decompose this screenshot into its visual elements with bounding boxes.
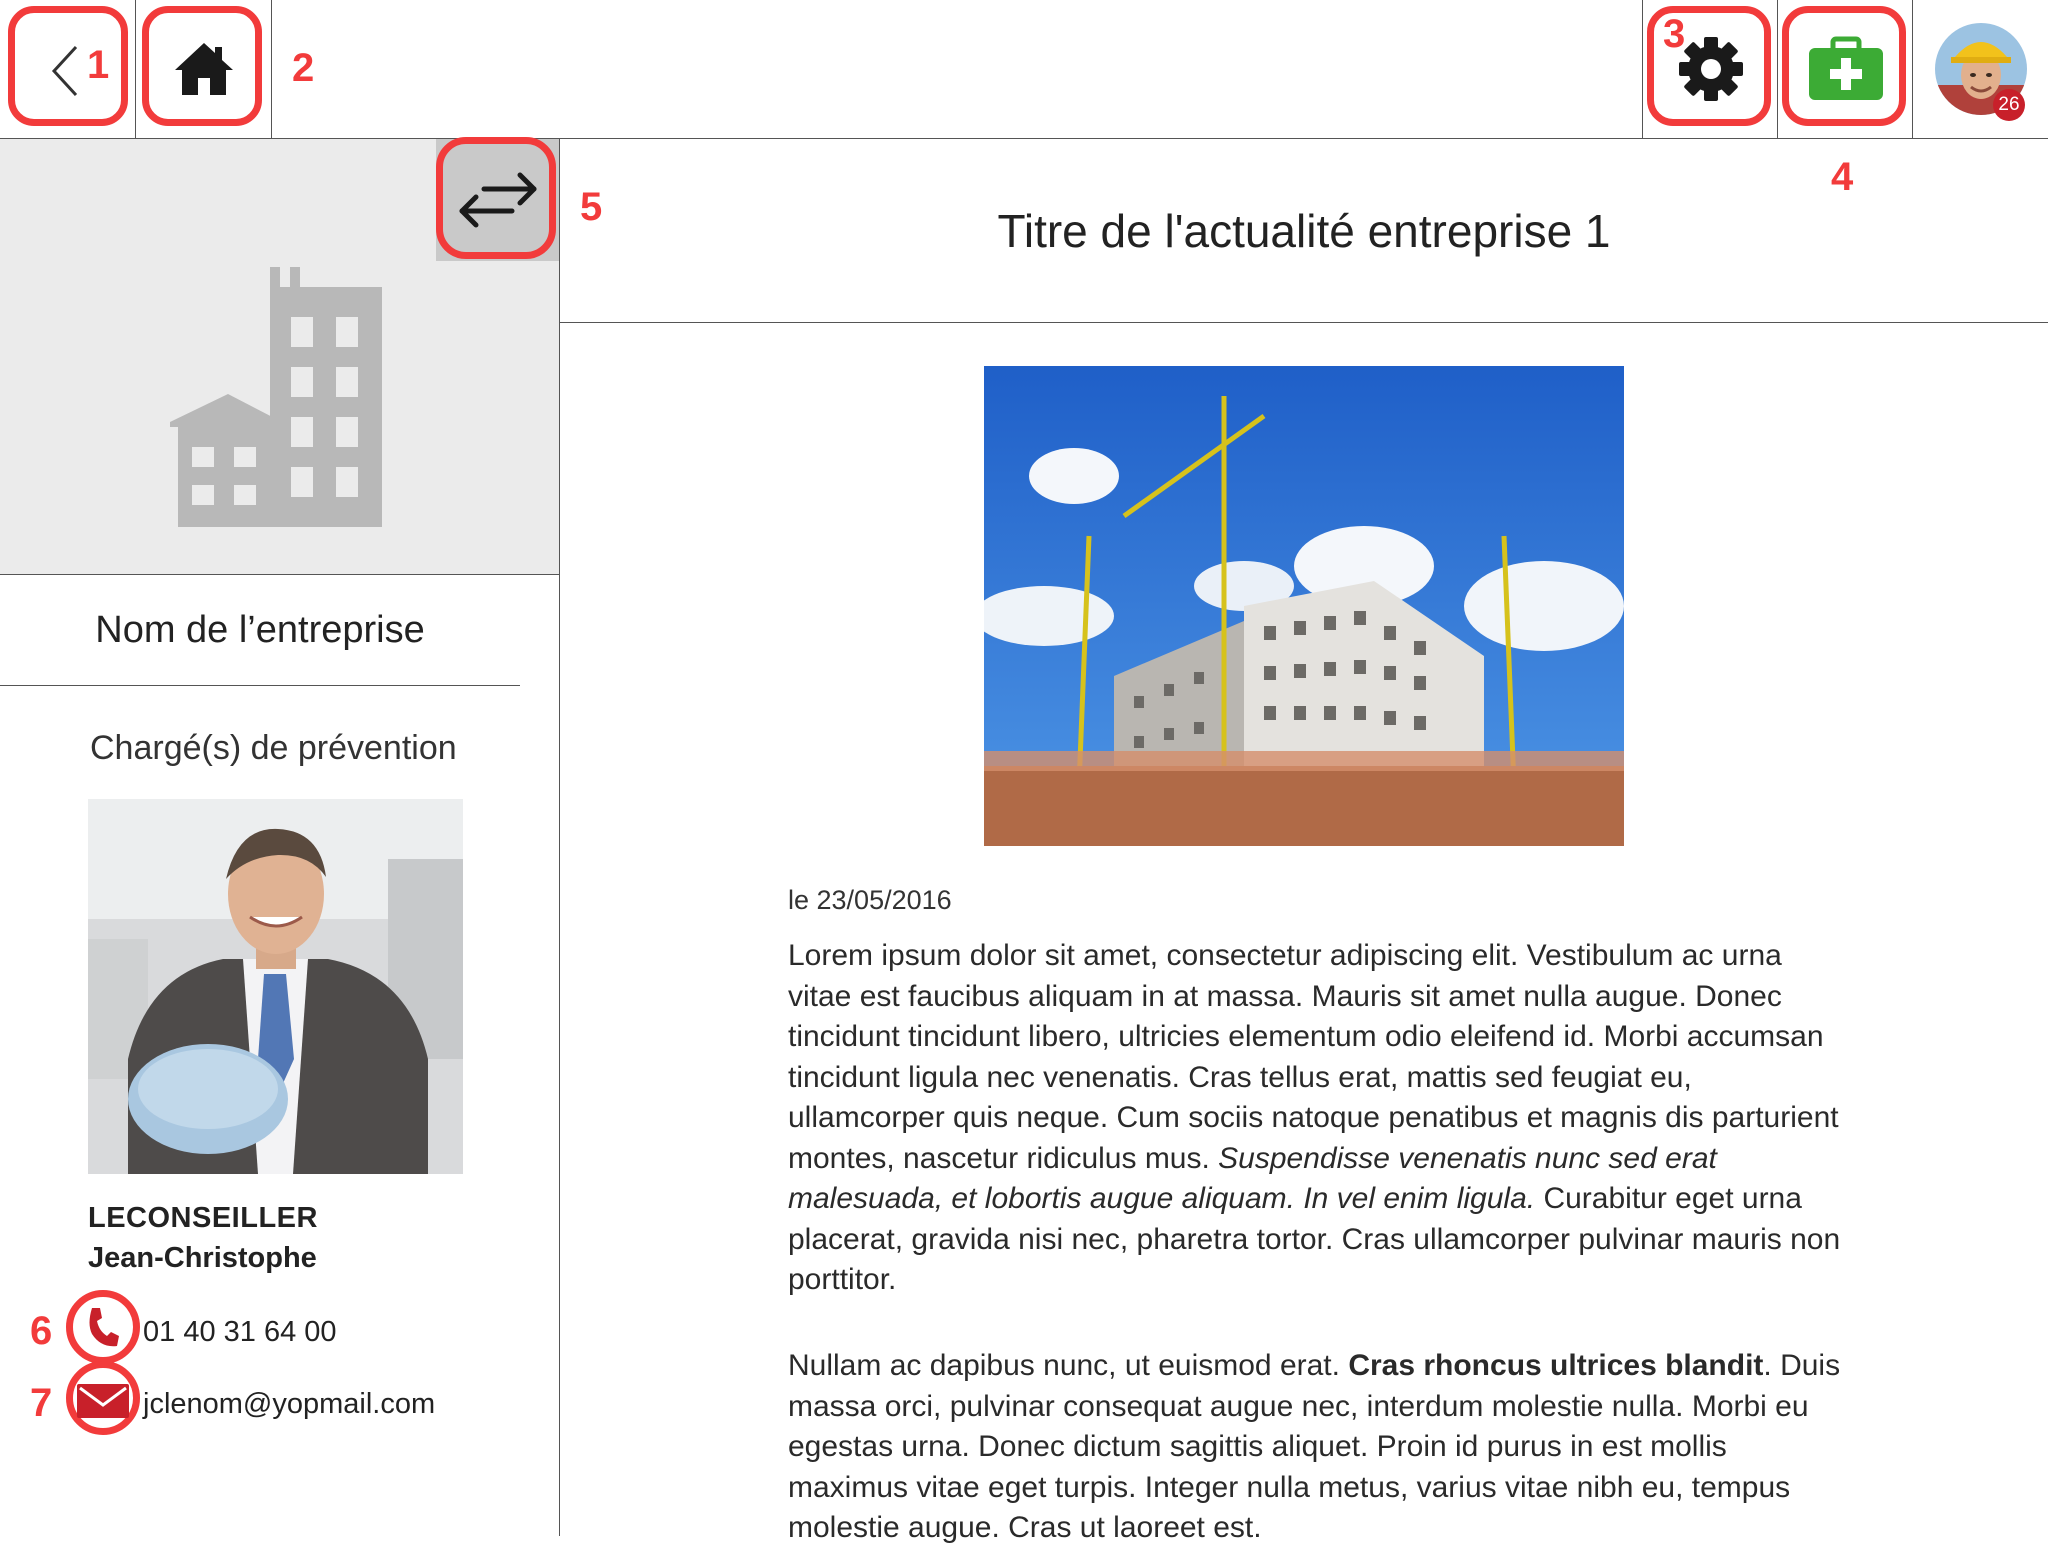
- article-paragraph: Lorem ipsum dolor sit amet, consectetur …: [788, 936, 1848, 1301]
- swap-arrows-icon: [459, 172, 537, 228]
- annotation-ring: [1782, 6, 1906, 126]
- paragraph-bold-text: Cras rhoncus ultrices blandit: [1348, 1349, 1764, 1382]
- annotation-marker: 3: [1663, 12, 1686, 56]
- advisor-last-name: LECONSEILLER: [88, 1202, 318, 1234]
- advisor-email[interactable]: jclenom@yopmail.com: [143, 1388, 435, 1421]
- article-image: [984, 366, 1624, 846]
- notification-badge: 26: [1993, 89, 2025, 121]
- switch-company-button[interactable]: [436, 137, 559, 261]
- annotation-marker: 1: [87, 43, 110, 87]
- advisor-first-name: Jean-Christophe: [88, 1242, 317, 1274]
- top-bar: 1 2 3 26: [0, 0, 2048, 139]
- building-icon: [170, 267, 382, 527]
- company-sidebar: 5 Nom de l’entreprise Chargé(s) de préve…: [0, 137, 602, 1536]
- company-logo-area: 5: [0, 137, 602, 575]
- advisor-phone[interactable]: 01 40 31 64 00: [143, 1316, 337, 1349]
- user-avatar-button[interactable]: 26: [1912, 0, 2048, 138]
- paragraph-text: Nullam ac dapibus nunc, ut euismod erat.: [788, 1349, 1349, 1382]
- annotation-marker: 6: [30, 1309, 53, 1353]
- article-paragraph: Nullam ac dapibus nunc, ut euismod erat.…: [788, 1346, 1848, 1549]
- prevention-section-title: Chargé(s) de prévention: [90, 729, 457, 767]
- article-title: Titre de l'actualité entreprise 1: [560, 139, 2048, 323]
- phone-icon: [89, 1308, 119, 1347]
- settings-button[interactable]: 3: [1642, 0, 1778, 138]
- article-date: le 23/05/2016: [788, 885, 952, 915]
- first-aid-button[interactable]: [1777, 0, 1913, 138]
- annotation-ring: [142, 6, 262, 126]
- annotation-marker: 7: [30, 1381, 53, 1425]
- annotation-marker: 2: [292, 46, 315, 90]
- paragraph-text: Lorem ipsum dolor sit amet, consectetur …: [788, 939, 1839, 1175]
- advisor-photo: [88, 799, 463, 1174]
- company-name: Nom de l’entreprise: [0, 575, 520, 686]
- back-button[interactable]: 1: [0, 0, 136, 138]
- article-view: Titre de l'actualité entreprise 1 le 23/…: [560, 139, 2048, 1544]
- home-button[interactable]: [136, 0, 272, 138]
- email-button[interactable]: [66, 1361, 140, 1435]
- envelope-icon: [77, 1384, 129, 1418]
- annotation-ring: [8, 6, 128, 126]
- phone-call-button[interactable]: [66, 1290, 140, 1364]
